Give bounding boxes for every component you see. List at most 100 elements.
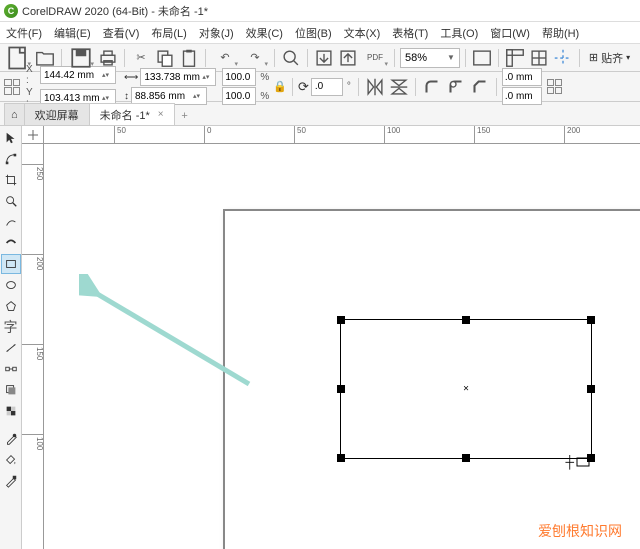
resize-handle-mr[interactable] [587, 385, 595, 393]
resize-handle-bm[interactable] [462, 454, 470, 462]
menu-file[interactable]: 文件(F) [4, 25, 44, 41]
menu-tools[interactable]: 工具(O) [438, 25, 480, 41]
property-bar: X : ▴▾ Y : ▴▾ ⟷ ▴▾ ↕ ▴▾ % % 🔒 ⟳ ° [0, 72, 640, 102]
scale-y-input[interactable] [222, 87, 256, 105]
rectangle-cursor-icon: ┼ [565, 455, 590, 469]
publish-pdf-button[interactable]: PDF [361, 47, 389, 69]
new-button[interactable] [4, 47, 32, 69]
text-tool[interactable]: 字 [1, 317, 21, 337]
round-corner-button[interactable] [421, 76, 443, 98]
ruler-tick: 100 [384, 126, 400, 144]
rotation-input[interactable] [311, 78, 343, 96]
interactive-fill-tool[interactable] [1, 450, 21, 470]
workspace: 字 0 50 50 100 150 200 250 200 150 100 [0, 126, 640, 549]
object-origin-icon[interactable] [4, 79, 20, 95]
add-tab-button[interactable]: + [176, 107, 194, 125]
resize-handle-ml[interactable] [337, 385, 345, 393]
save-button[interactable] [67, 47, 95, 69]
zoom-input[interactable] [405, 52, 443, 64]
freehand-tool[interactable] [1, 212, 21, 232]
menu-table[interactable]: 表格(T) [390, 25, 430, 41]
rulers-button[interactable] [504, 47, 526, 69]
menu-edit[interactable]: 编辑(E) [52, 25, 93, 41]
menu-effects[interactable]: 效果(C) [244, 25, 285, 41]
menu-object[interactable]: 对象(J) [197, 25, 236, 41]
home-icon: ⌂ [11, 109, 18, 121]
ruler-tick: 200 [564, 126, 580, 144]
lock-ratio-icon[interactable]: 🔒 [273, 80, 287, 93]
artistic-media-tool[interactable] [1, 233, 21, 253]
transparency-tool[interactable] [1, 401, 21, 421]
ruler-tick: 150 [474, 126, 490, 144]
scallop-corner-button[interactable] [445, 76, 467, 98]
shape-tool[interactable] [1, 149, 21, 169]
mirror-vertical-button[interactable] [388, 76, 410, 98]
pick-tool[interactable] [1, 128, 21, 148]
home-tab[interactable]: ⌂ [4, 103, 25, 125]
menu-help[interactable]: 帮助(H) [540, 25, 581, 41]
vertical-ruler[interactable]: 250 200 150 100 [22, 144, 44, 549]
drawing-canvas[interactable]: × ┼ 爱刨根知识网 [44, 144, 640, 549]
paste-button[interactable] [178, 47, 200, 69]
tab-label: 欢迎屏幕 [35, 107, 79, 123]
ruler-tick: 250 [22, 164, 44, 180]
eyedropper-tool[interactable] [1, 429, 21, 449]
width-icon: ⟷ [124, 72, 138, 83]
corner-radius-x[interactable] [502, 68, 542, 86]
resize-handle-bl[interactable] [337, 454, 345, 462]
search-button[interactable] [280, 47, 302, 69]
mirror-horizontal-button[interactable] [364, 76, 386, 98]
menu-bitmap[interactable]: 位图(B) [293, 25, 334, 41]
menu-text[interactable]: 文本(X) [342, 25, 383, 41]
separator [415, 78, 416, 96]
undo-button[interactable]: ↶ [211, 47, 239, 69]
export-button[interactable] [337, 47, 359, 69]
document-tabs: ⌂ 欢迎屏幕 未命名 -1* × + [0, 102, 640, 126]
copy-button[interactable] [154, 47, 176, 69]
corner-edit-icon[interactable] [547, 79, 562, 94]
menu-view[interactable]: 查看(V) [101, 25, 142, 41]
close-tab-icon[interactable]: × [158, 109, 164, 120]
zoom-level[interactable]: ▼ [400, 48, 460, 68]
percent-label: % [260, 72, 269, 83]
separator [274, 49, 275, 67]
zoom-tool[interactable] [1, 191, 21, 211]
rectangle-tool[interactable] [1, 254, 21, 274]
height-icon: ↕ [124, 91, 129, 102]
width-input[interactable]: ▴▾ [140, 68, 216, 86]
cut-button[interactable]: ✂ [130, 47, 152, 69]
scale-x-input[interactable] [222, 68, 256, 86]
ruler-origin[interactable] [22, 126, 44, 144]
redo-button[interactable]: ↷ [241, 47, 269, 69]
polygon-tool[interactable] [1, 296, 21, 316]
ruler-tick: 50 [114, 126, 126, 144]
dropdown-icon[interactable]: ▼ [447, 53, 455, 62]
welcome-tab[interactable]: 欢迎屏幕 [24, 103, 90, 125]
parallel-dimension-tool[interactable] [1, 338, 21, 358]
menu-window[interactable]: 窗口(W) [488, 25, 532, 41]
ellipse-tool[interactable] [1, 275, 21, 295]
connector-tool[interactable] [1, 359, 21, 379]
separator [205, 49, 206, 67]
resize-handle-tl[interactable] [337, 316, 345, 324]
crop-tool[interactable] [1, 170, 21, 190]
menu-layout[interactable]: 布局(L) [149, 25, 188, 41]
selected-rectangle[interactable]: × [340, 319, 592, 459]
fullscreen-button[interactable] [471, 47, 493, 69]
separator [394, 49, 395, 67]
snap-to-button[interactable]: ⊞ 贴齐 ▾ [585, 50, 634, 66]
grid-button[interactable] [528, 47, 550, 69]
separator [498, 49, 499, 67]
guides-button[interactable] [552, 47, 574, 69]
document-tab[interactable]: 未命名 -1* × [89, 103, 175, 125]
chamfer-corner-button[interactable] [469, 76, 491, 98]
outline-tool[interactable] [1, 471, 21, 491]
menu-bar: 文件(F) 编辑(E) 查看(V) 布局(L) 对象(J) 效果(C) 位图(B… [0, 22, 640, 44]
resize-handle-tm[interactable] [462, 316, 470, 324]
corner-radius-y[interactable] [502, 87, 542, 105]
drop-shadow-tool[interactable] [1, 380, 21, 400]
resize-handle-tr[interactable] [587, 316, 595, 324]
horizontal-ruler[interactable]: 0 50 50 100 150 200 [44, 126, 640, 144]
import-button[interactable] [313, 47, 335, 69]
ruler-tick: 50 [294, 126, 306, 144]
